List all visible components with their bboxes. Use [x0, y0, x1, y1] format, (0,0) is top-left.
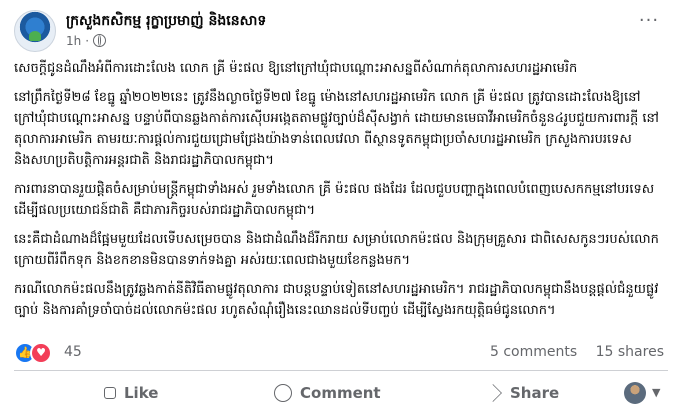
thumbs-up-icon — [104, 387, 116, 399]
page-avatar[interactable] — [14, 10, 56, 52]
post-header: ក្រសួងកសិកម្ម រុក្ខាប្រមាញ់ និងនេសាទ 1h ·… — [14, 8, 664, 54]
post-card: ក្រសួងកសិកម្ម រុក្ខាប្រមាញ់ និងនេសាទ 1h ·… — [0, 0, 682, 418]
globe-icon — [93, 34, 107, 47]
post-paragraph: នេះគឺជាដំណាងដ៏ផ្អែមមួយដែលទើបសម្រេចបាន និ… — [14, 232, 659, 268]
divider — [14, 370, 668, 371]
share-arrow-icon — [484, 384, 502, 402]
post-paragraph: ករណីលោកម៉ះផលនឹងត្រូវឆ្លងកាត់នីតិវិធីតាមផ… — [14, 282, 659, 318]
viewer-avatar — [624, 382, 646, 404]
like-button[interactable]: Like — [100, 374, 158, 412]
viewer-switcher[interactable]: ▼ — [624, 382, 668, 406]
reaction-icons[interactable]: 👍 ♥ — [14, 342, 52, 364]
reaction-count[interactable]: 45 — [64, 342, 82, 362]
share-button[interactable]: Share — [484, 374, 559, 412]
post-actions: Like Comment Share — [14, 374, 668, 412]
more-options-icon[interactable]: ··· — [634, 12, 664, 36]
engagement-counts: 5 comments 15 shares — [490, 342, 664, 362]
shares-count[interactable]: 15 shares — [596, 344, 664, 360]
comment-bubble-icon — [274, 384, 292, 402]
comment-button[interactable]: Comment — [274, 374, 381, 412]
share-label: Share — [510, 384, 560, 402]
chevron-down-icon: ▼ — [652, 386, 661, 399]
page-name[interactable]: ក្រសួងកសិកម្ម រុក្ខាប្រមាញ់ និងនេសាទ — [66, 11, 266, 32]
like-label: Like — [124, 384, 159, 402]
post-time[interactable]: 1h — [66, 34, 81, 48]
meta-separator: · — [85, 34, 90, 48]
ministry-logo-icon — [29, 31, 41, 41]
post-stats: 👍 ♥ 45 5 comments 15 shares — [14, 339, 664, 365]
post-body: សេចក្តីជូនដំណឹងអំពីការដោះលែង លោក គ្រី ម៉… — [14, 58, 664, 329]
post-meta: 1h · — [66, 34, 107, 48]
love-reaction-icon: ♥ — [30, 342, 52, 364]
post-paragraph: សេចក្តីជូនដំណឹងអំពីការដោះលែង លោក គ្រី ម៉… — [14, 61, 578, 76]
comments-count[interactable]: 5 comments — [490, 344, 577, 360]
comment-label: Comment — [300, 384, 381, 402]
post-paragraph: នៅព្រឹកថ្ងៃទី២៨ ខែធ្នូ ឆ្នាំ២០២២នេះ ត្រូ… — [14, 90, 659, 168]
post-paragraph: ការពារនាបានរួយផ្តិតចំសម្រាប់មន្ត្រីកម្ពុ… — [14, 182, 655, 218]
